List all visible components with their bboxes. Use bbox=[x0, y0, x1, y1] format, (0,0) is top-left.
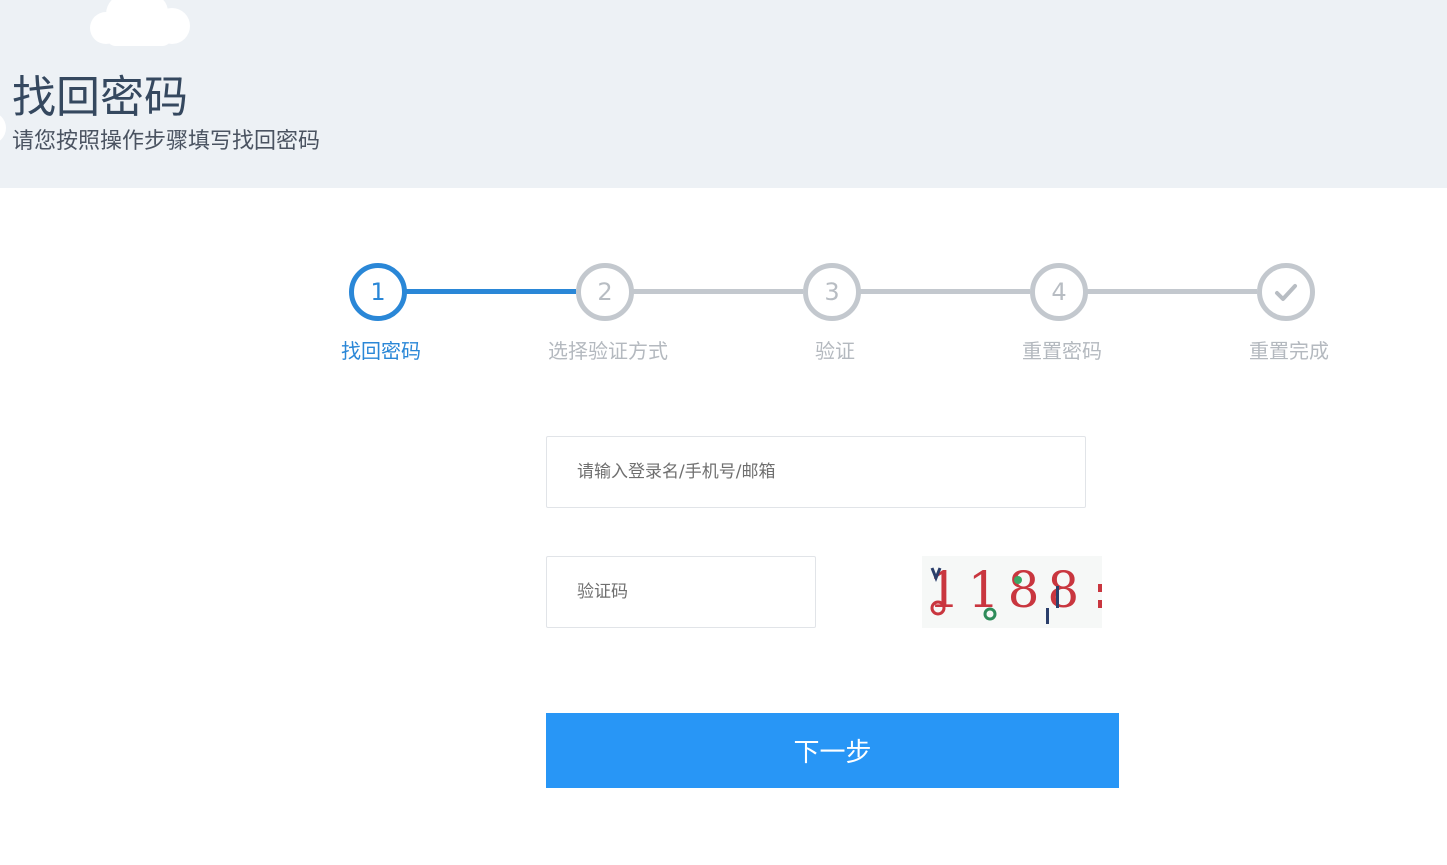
step-5-label: 重置完成 bbox=[1249, 339, 1329, 363]
check-icon bbox=[1275, 284, 1297, 301]
step-4-number: 4 bbox=[1051, 278, 1067, 306]
cloud-decoration bbox=[90, 0, 190, 46]
page-header: 找回密码 请您按照操作步骤填写找回密码 bbox=[0, 0, 1447, 188]
step-5-circle bbox=[1257, 263, 1315, 321]
step-1-label: 找回密码 bbox=[341, 339, 421, 363]
cloud-decoration-edge bbox=[0, 115, 6, 141]
step-connector-4 bbox=[1085, 289, 1257, 294]
step-2-label: 选择验证方式 bbox=[548, 339, 668, 363]
captcha-input[interactable] bbox=[547, 557, 815, 627]
account-field bbox=[546, 436, 1086, 508]
step-4-circle: 4 bbox=[1030, 263, 1088, 321]
account-input[interactable] bbox=[547, 437, 1085, 507]
step-3-label: 验证 bbox=[815, 339, 855, 363]
step-2-circle: 2 bbox=[576, 263, 634, 321]
step-1-number: 1 bbox=[370, 278, 386, 306]
step-4-label: 重置密码 bbox=[1022, 339, 1102, 363]
page-title: 找回密码 bbox=[12, 72, 188, 123]
step-2-number: 2 bbox=[597, 278, 613, 306]
next-button[interactable]: 下一步 bbox=[546, 713, 1119, 788]
step-connector-2 bbox=[631, 289, 803, 294]
captcha-field bbox=[546, 556, 816, 628]
step-3-number: 3 bbox=[824, 278, 840, 306]
page-subtitle: 请您按照操作步骤填写找回密码 bbox=[12, 129, 321, 154]
captcha-noise bbox=[930, 567, 1102, 624]
step-3-circle: 3 bbox=[803, 263, 861, 321]
step-1-circle: 1 bbox=[349, 263, 407, 321]
step-connector-1 bbox=[404, 289, 576, 294]
captcha-image[interactable]: 1188 bbox=[922, 556, 1102, 628]
step-connector-3 bbox=[858, 289, 1030, 294]
